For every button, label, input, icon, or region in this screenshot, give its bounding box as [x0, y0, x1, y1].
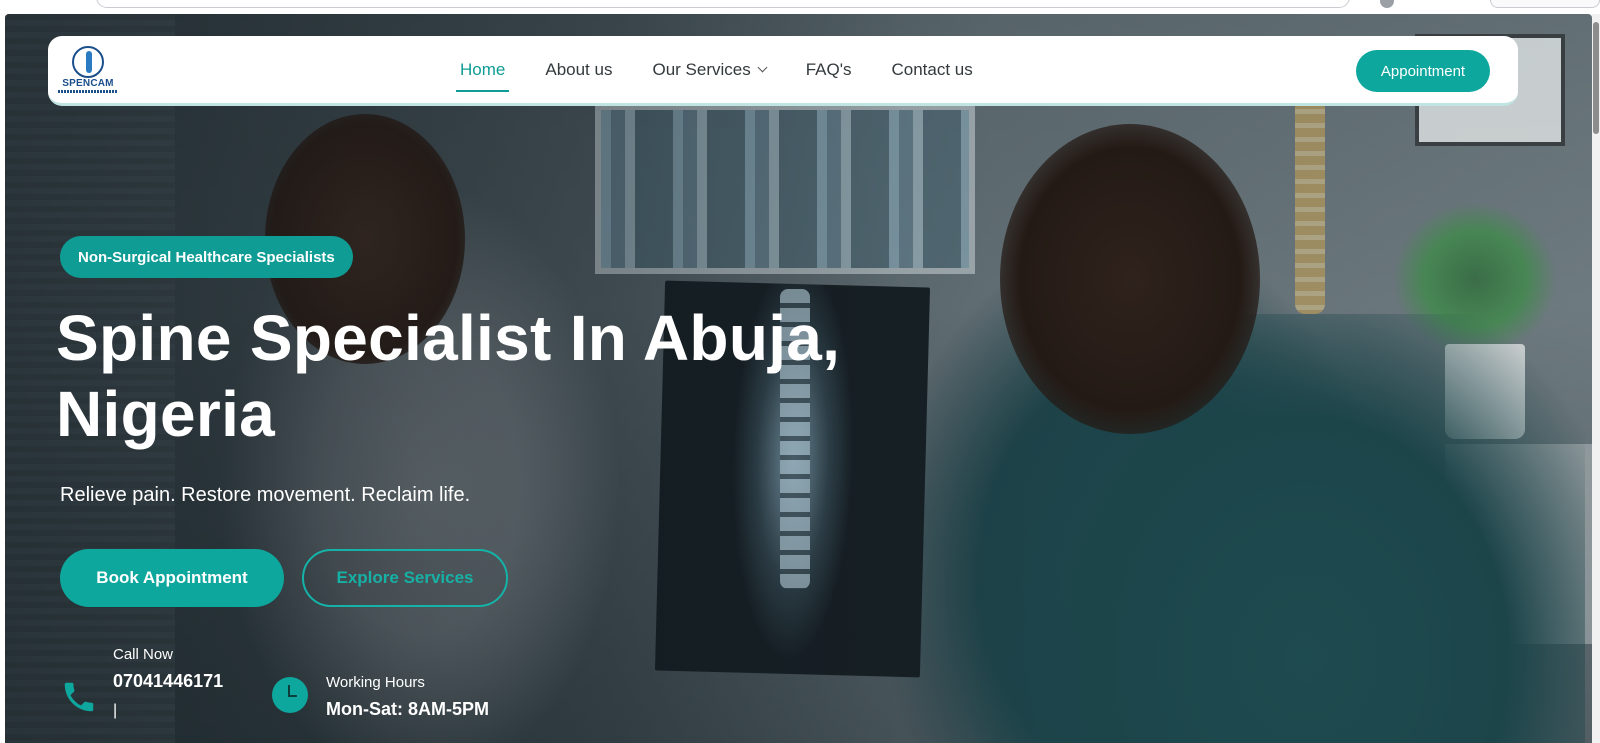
call-separator: |: [113, 702, 118, 719]
extension-area[interactable]: [1490, 0, 1600, 8]
logo-tagline-decoration: [58, 90, 118, 93]
book-appointment-button[interactable]: Book Appointment: [60, 549, 284, 607]
browser-toolbar: [0, 0, 1600, 14]
hero-title-line-2: Nigeria: [56, 378, 276, 450]
hero-subtitle: Relieve pain. Restore movement. Reclaim …: [60, 484, 471, 506]
clock-icon: [272, 677, 308, 713]
main-navbar: SPENCAM Home About us Our Services FAQ's…: [48, 36, 1518, 106]
nav-links: Home About us Our Services FAQ's Contact…: [455, 36, 1011, 106]
phone-icon: [64, 682, 94, 712]
address-bar[interactable]: [96, 0, 1350, 8]
nav-link-about[interactable]: About us: [543, 56, 614, 86]
appointment-button[interactable]: Appointment: [1356, 50, 1490, 92]
working-hours-label: Working Hours: [326, 674, 425, 691]
profile-icon[interactable]: [1380, 0, 1394, 8]
nav-link-services[interactable]: Our Services: [650, 56, 768, 86]
hero-image-patient-body: [885, 314, 1585, 743]
chevron-down-icon: [757, 62, 768, 73]
call-now-label: Call Now: [113, 646, 174, 663]
working-hours-value: Mon-Sat: 8AM-5PM: [326, 699, 489, 719]
hero-title: Spine Specialist In Abuja, Nigeria: [56, 300, 856, 452]
hero-image-patient: [1000, 124, 1260, 434]
hero-badge: Non-Surgical Healthcare Specialists: [60, 236, 353, 278]
page-scrollbar-thumb[interactable]: [1593, 22, 1599, 134]
nav-link-services-label: Our Services: [652, 60, 751, 79]
logo-text: SPENCAM: [62, 78, 114, 89]
nav-link-home[interactable]: Home: [455, 56, 510, 92]
spencam-logo[interactable]: SPENCAM: [58, 44, 118, 96]
explore-services-button[interactable]: Explore Services: [302, 549, 508, 607]
nav-link-contact[interactable]: Contact us: [889, 56, 974, 86]
nav-link-faqs[interactable]: FAQ's: [804, 56, 854, 86]
logo-mark-icon: [72, 46, 104, 78]
hero-title-line-1: Spine Specialist In Abuja,: [56, 302, 841, 374]
call-now-number[interactable]: 07041446171: [113, 671, 223, 692]
